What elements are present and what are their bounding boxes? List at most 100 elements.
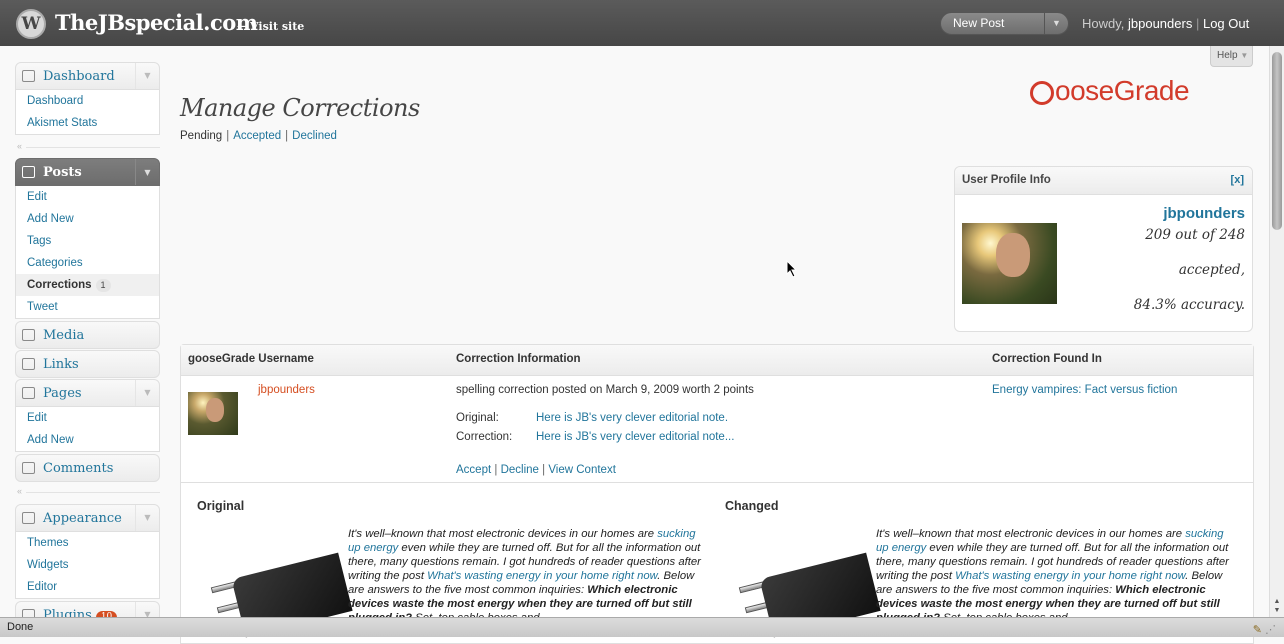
admin-header: W TheJBspecial.com ← Visit site New Post…: [0, 0, 1284, 46]
found-in-post-link[interactable]: Energy vampires: Fact versus fiction: [992, 384, 1177, 396]
profile-username-link[interactable]: jbpounders: [1163, 205, 1245, 222]
profile-stat-count: 209 out of 248: [1145, 227, 1245, 243]
help-label: Help: [1217, 50, 1238, 61]
corrections-label: Corrections: [27, 279, 92, 291]
chevron-down-icon[interactable]: ▼: [135, 159, 159, 185]
submenu-appearance: Themes Widgets Editor: [15, 532, 160, 599]
menu-dashboard[interactable]: Dashboard ▼: [15, 62, 160, 90]
scrollbar-thumb[interactable]: [1272, 52, 1282, 230]
profile-stat-accuracy: 84.3% accuracy.: [1133, 297, 1245, 313]
avatar: [188, 392, 238, 435]
menu-dashboard-label: Dashboard: [43, 69, 115, 84]
sidebar-item-categories[interactable]: Categories: [16, 252, 159, 274]
menu-comments[interactable]: Comments: [15, 454, 160, 482]
vertical-scrollbar[interactable]: ▲ ▼: [1269, 46, 1284, 617]
table-header: gooseGrade Username Correction Informati…: [181, 345, 1253, 376]
plug-image: [725, 525, 881, 638]
column-header-info: Correction Information: [456, 353, 581, 365]
chevron-down-icon[interactable]: ▼: [135, 505, 159, 531]
sidebar-item-editor[interactable]: Editor: [16, 576, 159, 598]
view-context-link[interactable]: View Context: [548, 464, 616, 476]
sidebar-item-pages-edit[interactable]: Edit: [16, 407, 159, 429]
howdy-prefix: Howdy,: [1082, 16, 1128, 31]
table-row: jbpounders spelling correction posted on…: [181, 376, 1253, 483]
new-post-button[interactable]: New Post ▼: [940, 12, 1069, 35]
scroll-arrows-icon[interactable]: ▲ ▼: [1271, 597, 1283, 615]
menu-comments-label: Comments: [43, 461, 114, 476]
sidebar-item-themes[interactable]: Themes: [16, 532, 159, 554]
submenu-pages: Edit Add New: [15, 407, 160, 452]
correction-info: spelling correction posted on March 9, 2…: [456, 384, 754, 396]
filter-separator: |: [285, 130, 289, 142]
profile-box-header: User Profile Info [x]: [955, 167, 1252, 195]
menu-media[interactable]: Media: [15, 321, 160, 349]
site-title[interactable]: TheJBspecial.com: [55, 10, 258, 35]
menu-posts[interactable]: Posts ▼: [15, 158, 160, 186]
avatar: [962, 223, 1057, 304]
filter-accepted[interactable]: Accepted: [233, 130, 281, 142]
decline-link[interactable]: Decline: [501, 464, 539, 476]
pages-icon: [22, 387, 35, 399]
original-paragraph: It's well–known that most electronic dev…: [348, 527, 708, 625]
wasting-energy-link[interactable]: What's wasting energy in your home right…: [427, 570, 657, 582]
sidebar-item-corrections[interactable]: Corrections 1: [16, 274, 159, 296]
help-button[interactable]: Help ▼: [1210, 46, 1253, 67]
chevron-down-icon[interactable]: ▼: [135, 380, 159, 406]
sidebar-item-dashboard[interactable]: Dashboard: [16, 90, 159, 112]
goosegrade-logo-text: ooseGrade: [1055, 75, 1190, 106]
filter-pending[interactable]: Pending: [180, 130, 222, 142]
pushpin-icon: [22, 166, 35, 178]
correction-text-link[interactable]: Here is JB's very clever editorial note.…: [536, 431, 734, 443]
changed-heading: Changed: [725, 499, 779, 513]
menu-pages[interactable]: Pages ▼: [15, 379, 160, 407]
original-text-link[interactable]: Here is JB's very clever editorial note.: [536, 412, 728, 424]
sidebar-item-akismet-stats[interactable]: Akismet Stats: [16, 112, 159, 134]
chevron-down-icon[interactable]: ▼: [1044, 13, 1068, 34]
accept-link[interactable]: Accept: [456, 464, 491, 476]
user-greeting: Howdy, jbpounders | Log Out: [1082, 16, 1249, 31]
menu-links-label: Links: [43, 357, 79, 372]
collapse-arrow-icon[interactable]: «: [17, 486, 22, 496]
sidebar-item-edit[interactable]: Edit: [16, 186, 159, 208]
column-header-username: gooseGrade Username: [188, 353, 314, 365]
wasting-energy-link[interactable]: What's wasting energy in your home right…: [955, 570, 1185, 582]
corrections-table: gooseGrade Username Correction Informati…: [180, 344, 1254, 644]
header-separator: |: [1195, 16, 1200, 31]
menu-links[interactable]: Links: [15, 350, 160, 378]
notepad-icon[interactable]: ✎: [1253, 624, 1262, 636]
resize-grip-icon[interactable]: ⋰: [1265, 624, 1276, 636]
close-profile-button[interactable]: [x]: [1231, 167, 1244, 194]
chevron-down-icon[interactable]: ▼: [135, 63, 159, 89]
mouse-cursor-icon: [786, 260, 798, 278]
filter-declined[interactable]: Declined: [292, 130, 337, 142]
menu-appearance-label: Appearance: [43, 511, 122, 526]
profile-box-title: User Profile Info: [962, 174, 1051, 186]
sidebar-item-tweet[interactable]: Tweet: [16, 296, 159, 318]
goose-icon: [1030, 81, 1054, 105]
action-separator: |: [494, 464, 498, 476]
new-post-label: New Post: [953, 16, 1005, 30]
row-username-link[interactable]: jbpounders: [258, 384, 315, 396]
status-text: Done: [7, 621, 34, 633]
collapse-arrow-icon[interactable]: «: [17, 141, 22, 151]
sidebar-item-pages-add-new[interactable]: Add New: [16, 429, 159, 451]
wordpress-logo-icon[interactable]: W: [16, 9, 46, 39]
status-filters: Pending | Accepted | Declined: [180, 130, 337, 142]
sidebar-item-tags[interactable]: Tags: [16, 230, 159, 252]
menu-appearance[interactable]: Appearance ▼: [15, 504, 160, 532]
para-text: It's well–known that most electronic dev…: [348, 528, 655, 540]
logout-link[interactable]: Log Out: [1203, 16, 1249, 31]
filter-separator: |: [226, 130, 230, 142]
profile-link[interactable]: jbpounders: [1128, 16, 1192, 31]
para-text: It's well–known that most electronic dev…: [876, 528, 1183, 540]
sidebar-item-widgets[interactable]: Widgets: [16, 554, 159, 576]
page-title: Manage Corrections: [180, 94, 420, 122]
menu-pages-label: Pages: [43, 386, 82, 401]
user-profile-box: User Profile Info [x] jbpounders 209 out…: [954, 166, 1253, 332]
media-icon: [22, 329, 35, 341]
menu-posts-label: Posts: [43, 165, 82, 180]
count-badge: 1: [95, 279, 111, 292]
visit-site-link[interactable]: ← Visit site: [237, 20, 304, 33]
sidebar-item-add-new[interactable]: Add New: [16, 208, 159, 230]
menu-separator: [26, 147, 160, 148]
